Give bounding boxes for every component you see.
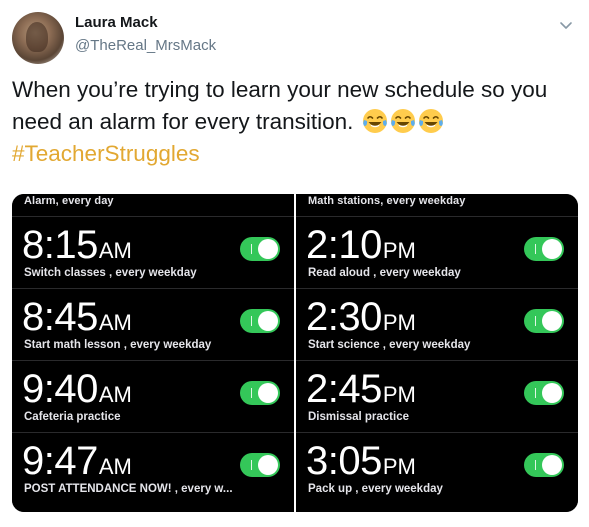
alarm-time-value: 8:15 <box>22 223 98 267</box>
tweet-body: When you’re trying to learn your new sch… <box>12 77 548 134</box>
avatar[interactable] <box>12 12 64 64</box>
alarm-header: Math stations, every weekday <box>308 195 466 207</box>
alarm-time: 2:45PM <box>306 367 416 417</box>
toggle-on-mark <box>535 244 536 254</box>
alarm-ampm: AM <box>98 382 132 407</box>
tears-of-joy-emoji <box>362 108 388 134</box>
alarm-ampm: PM <box>382 238 416 263</box>
hashtag-link[interactable]: #TeacherStruggles <box>12 138 572 170</box>
toggle-knob <box>542 239 562 259</box>
alarm-label: Read aloud , every weekday <box>308 267 461 279</box>
alarm-row[interactable]: 2:10PM Read aloud , every weekday <box>296 216 578 288</box>
alarm-ampm: AM <box>98 454 132 479</box>
alarm-toggle[interactable] <box>240 237 280 261</box>
alarm-header: Alarm, every day <box>24 195 114 207</box>
alarm-row[interactable]: 9:47AM POST ATTENDANCE NOW! , every w... <box>12 432 294 504</box>
alarm-toggle[interactable] <box>524 309 564 333</box>
alarm-toggle[interactable] <box>524 237 564 261</box>
alarm-time-value: 9:47 <box>22 439 98 483</box>
chevron-down-icon[interactable] <box>557 16 575 34</box>
alarm-label: Switch classes , every weekday <box>24 267 197 279</box>
toggle-on-mark <box>251 244 252 254</box>
toggle-knob <box>258 239 278 259</box>
alarm-label: Pack up , every weekday <box>308 483 443 495</box>
tweet-text: When you’re trying to learn your new sch… <box>12 74 572 170</box>
alarm-ampm: AM <box>98 238 132 263</box>
toggle-on-mark <box>535 388 536 398</box>
toggle-on-mark <box>535 460 536 470</box>
alarm-toggle[interactable] <box>524 381 564 405</box>
alarm-time: 8:45AM <box>22 295 132 345</box>
alarm-label: POST ATTENDANCE NOW! , every w... <box>24 483 233 495</box>
alarm-time: 9:47AM <box>22 439 132 489</box>
alarm-ampm: PM <box>382 382 416 407</box>
toggle-knob <box>258 383 278 403</box>
alarm-label: Cafeteria practice <box>24 411 121 423</box>
alarm-label: Start math lesson , every weekday <box>24 339 212 351</box>
alarm-time: 2:10PM <box>306 223 416 273</box>
alarm-toggle[interactable] <box>240 309 280 333</box>
alarm-toggle[interactable] <box>240 381 280 405</box>
tweet-media-image[interactable]: Alarm, every day 8:15AM Switch classes , … <box>12 194 578 512</box>
alarm-ampm: AM <box>98 310 132 335</box>
alarm-row[interactable]: 3:05PM Pack up , every weekday <box>296 432 578 504</box>
alarm-row[interactable]: 8:45AM Start math lesson , every weekday <box>12 288 294 360</box>
toggle-on-mark <box>535 316 536 326</box>
author-name[interactable]: Laura Mack <box>75 14 158 31</box>
alarm-time-value: 2:45 <box>306 367 382 411</box>
toggle-on-mark <box>251 460 252 470</box>
toggle-knob <box>542 383 562 403</box>
author-handle[interactable]: @TheReal_MrsMack <box>75 37 216 54</box>
toggle-on-mark <box>251 316 252 326</box>
toggle-knob <box>542 455 562 475</box>
alarm-time-value: 8:45 <box>22 295 98 339</box>
alarm-list-left: Alarm, every day 8:15AM Switch classes , … <box>12 194 294 512</box>
alarm-toggle[interactable] <box>240 453 280 477</box>
alarm-ampm: PM <box>382 310 416 335</box>
tweet-header: Laura Mack @TheReal_MrsMack <box>12 12 577 64</box>
alarm-time-value: 9:40 <box>22 367 98 411</box>
alarm-row[interactable]: 9:40AM Cafeteria practice <box>12 360 294 432</box>
alarm-label: Dismissal practice <box>308 411 410 423</box>
alarm-time: 3:05PM <box>306 439 416 489</box>
alarm-row[interactable]: 2:30PM Start science , every weekday <box>296 288 578 360</box>
alarm-label: Start science , every weekday <box>308 339 471 351</box>
alarm-ampm: PM <box>382 454 416 479</box>
alarm-time-value: 2:10 <box>306 223 382 267</box>
alarm-time: 9:40AM <box>22 367 132 417</box>
alarm-time-value: 3:05 <box>306 439 382 483</box>
emoji-group <box>360 109 444 134</box>
alarm-list-right: Math stations, every weekday 2:10PM Read … <box>296 194 578 512</box>
alarm-row[interactable]: 8:15AM Switch classes , every weekday <box>12 216 294 288</box>
alarm-time-value: 2:30 <box>306 295 382 339</box>
alarm-toggle[interactable] <box>524 453 564 477</box>
tears-of-joy-emoji <box>418 108 444 134</box>
alarm-time: 2:30PM <box>306 295 416 345</box>
alarm-row[interactable]: 2:45PM Dismissal practice <box>296 360 578 432</box>
toggle-knob <box>258 311 278 331</box>
alarm-time: 8:15AM <box>22 223 132 273</box>
toggle-knob <box>542 311 562 331</box>
toggle-on-mark <box>251 388 252 398</box>
toggle-knob <box>258 455 278 475</box>
tears-of-joy-emoji <box>390 108 416 134</box>
